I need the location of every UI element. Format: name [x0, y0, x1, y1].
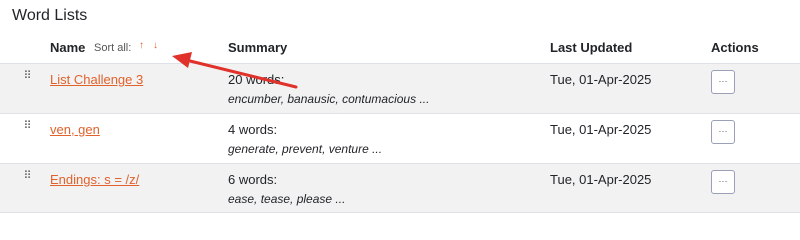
- list-name-link[interactable]: ven, gen: [50, 122, 100, 137]
- word-preview: encumber, banausic, contumacious ...: [228, 92, 430, 106]
- word-count: 6 words:: [228, 172, 278, 187]
- more-actions-button[interactable]: ···: [711, 70, 735, 94]
- column-header-actions: Actions: [711, 40, 759, 55]
- table-row: ⠿ ven, gen 4 words: generate, prevent, v…: [0, 113, 800, 163]
- page-title: Word Lists: [12, 7, 88, 24]
- sort-ascending-button[interactable]: ↑: [139, 40, 144, 51]
- last-updated-date: Tue, 01-Apr-2025: [550, 122, 652, 137]
- word-count: 20 words:: [228, 72, 285, 87]
- column-header-summary: Summary: [228, 40, 288, 55]
- last-updated-date: Tue, 01-Apr-2025: [550, 172, 652, 187]
- last-updated-date: Tue, 01-Apr-2025: [550, 72, 652, 87]
- table-header: Name Sort all: ↑ ↓ Summary Last Updated …: [0, 34, 800, 63]
- more-actions-button[interactable]: ···: [711, 120, 735, 144]
- word-count: 4 words:: [228, 122, 278, 137]
- list-name-link[interactable]: Endings: s = /z/: [50, 172, 139, 187]
- more-icon: ···: [718, 176, 728, 186]
- sort-all-label: Sort all:: [94, 42, 132, 54]
- drag-handle-icon[interactable]: ⠿: [23, 121, 31, 132]
- more-icon: ···: [718, 126, 728, 136]
- column-header-last-updated: Last Updated: [550, 40, 633, 55]
- word-lists-page: Word Lists Name Sort all: ↑ ↓ Summary La…: [0, 0, 800, 224]
- drag-handle-icon[interactable]: ⠿: [23, 71, 31, 82]
- drag-handle-icon[interactable]: ⠿: [23, 171, 31, 182]
- word-preview: ease, tease, please ...: [228, 192, 346, 206]
- sort-descending-button[interactable]: ↓: [153, 40, 158, 51]
- word-preview: generate, prevent, venture ...: [228, 142, 383, 156]
- more-actions-button[interactable]: ···: [711, 170, 735, 194]
- column-header-name[interactable]: Name: [50, 40, 85, 55]
- table-row: ⠿ Endings: s = /z/ 6 words: ease, tease,…: [0, 163, 800, 213]
- more-icon: ···: [718, 76, 728, 86]
- table-row: ⠿ List Challenge 3 20 words: encumber, b…: [0, 63, 800, 113]
- list-name-link[interactable]: List Challenge 3: [50, 72, 143, 87]
